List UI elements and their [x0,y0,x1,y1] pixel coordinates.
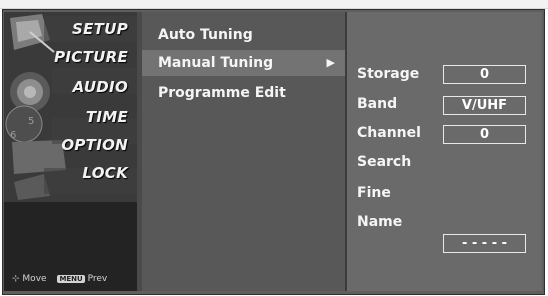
menu-item-programme-edit[interactable]: Programme Edit [142,80,345,106]
menu-item-label: Manual Tuning [158,55,274,71]
category-option[interactable]: OPTION [61,136,128,154]
menu-item-label: Programme Edit [158,85,286,101]
category-footer: ⊹ Move MENU Prev [4,202,137,291]
band-label: Band [357,96,398,112]
manual-tuning-panel: Storage 0 Band V/UHF Channel 0 Search Fi… [347,12,542,291]
storage-label: Storage [357,66,420,82]
search-label[interactable]: Search [357,154,411,170]
name-label: Name [357,214,403,230]
move-label: Move [22,274,47,284]
menu-item-manual-tuning[interactable]: Manual Tuning ▶ [142,50,345,76]
prev-label: Prev [87,274,108,284]
category-picture[interactable]: PICTURE [54,48,128,66]
arrow-right-icon: ▶ [326,56,335,69]
fine-label[interactable]: Fine [357,185,391,201]
name-value-field[interactable]: - - - - - [443,234,526,253]
channel-label: Channel [357,125,421,141]
category-list: SETUP PICTURE AUDIO TIME OPTION LOCK [4,12,137,202]
band-value-field[interactable]: V/UHF [443,96,526,115]
menu-key-badge: MENU [57,275,85,283]
help-bar: ⊹ Move MENU Prev [12,274,107,284]
channel-value-field[interactable]: 0 [443,125,526,144]
top-strip [0,0,548,9]
category-time[interactable]: TIME [86,108,128,126]
menu-item-auto-tuning[interactable]: Auto Tuning [142,22,345,48]
move-icon: ⊹ [12,274,20,284]
storage-value-field[interactable]: 0 [443,65,526,84]
category-setup[interactable]: SETUP [72,20,128,38]
tv-osd-screen: 6 5 SETUP PICTURE AUDIO TIME OPTION LOCK… [0,0,548,296]
category-panel: 6 5 SETUP PICTURE AUDIO TIME OPTION LOCK… [4,12,137,291]
category-audio[interactable]: AUDIO [73,78,128,96]
tuning-menu: Auto Tuning Manual Tuning ▶ Programme Ed… [142,12,345,291]
category-lock[interactable]: LOCK [82,164,128,182]
menu-item-label: Auto Tuning [158,27,253,43]
